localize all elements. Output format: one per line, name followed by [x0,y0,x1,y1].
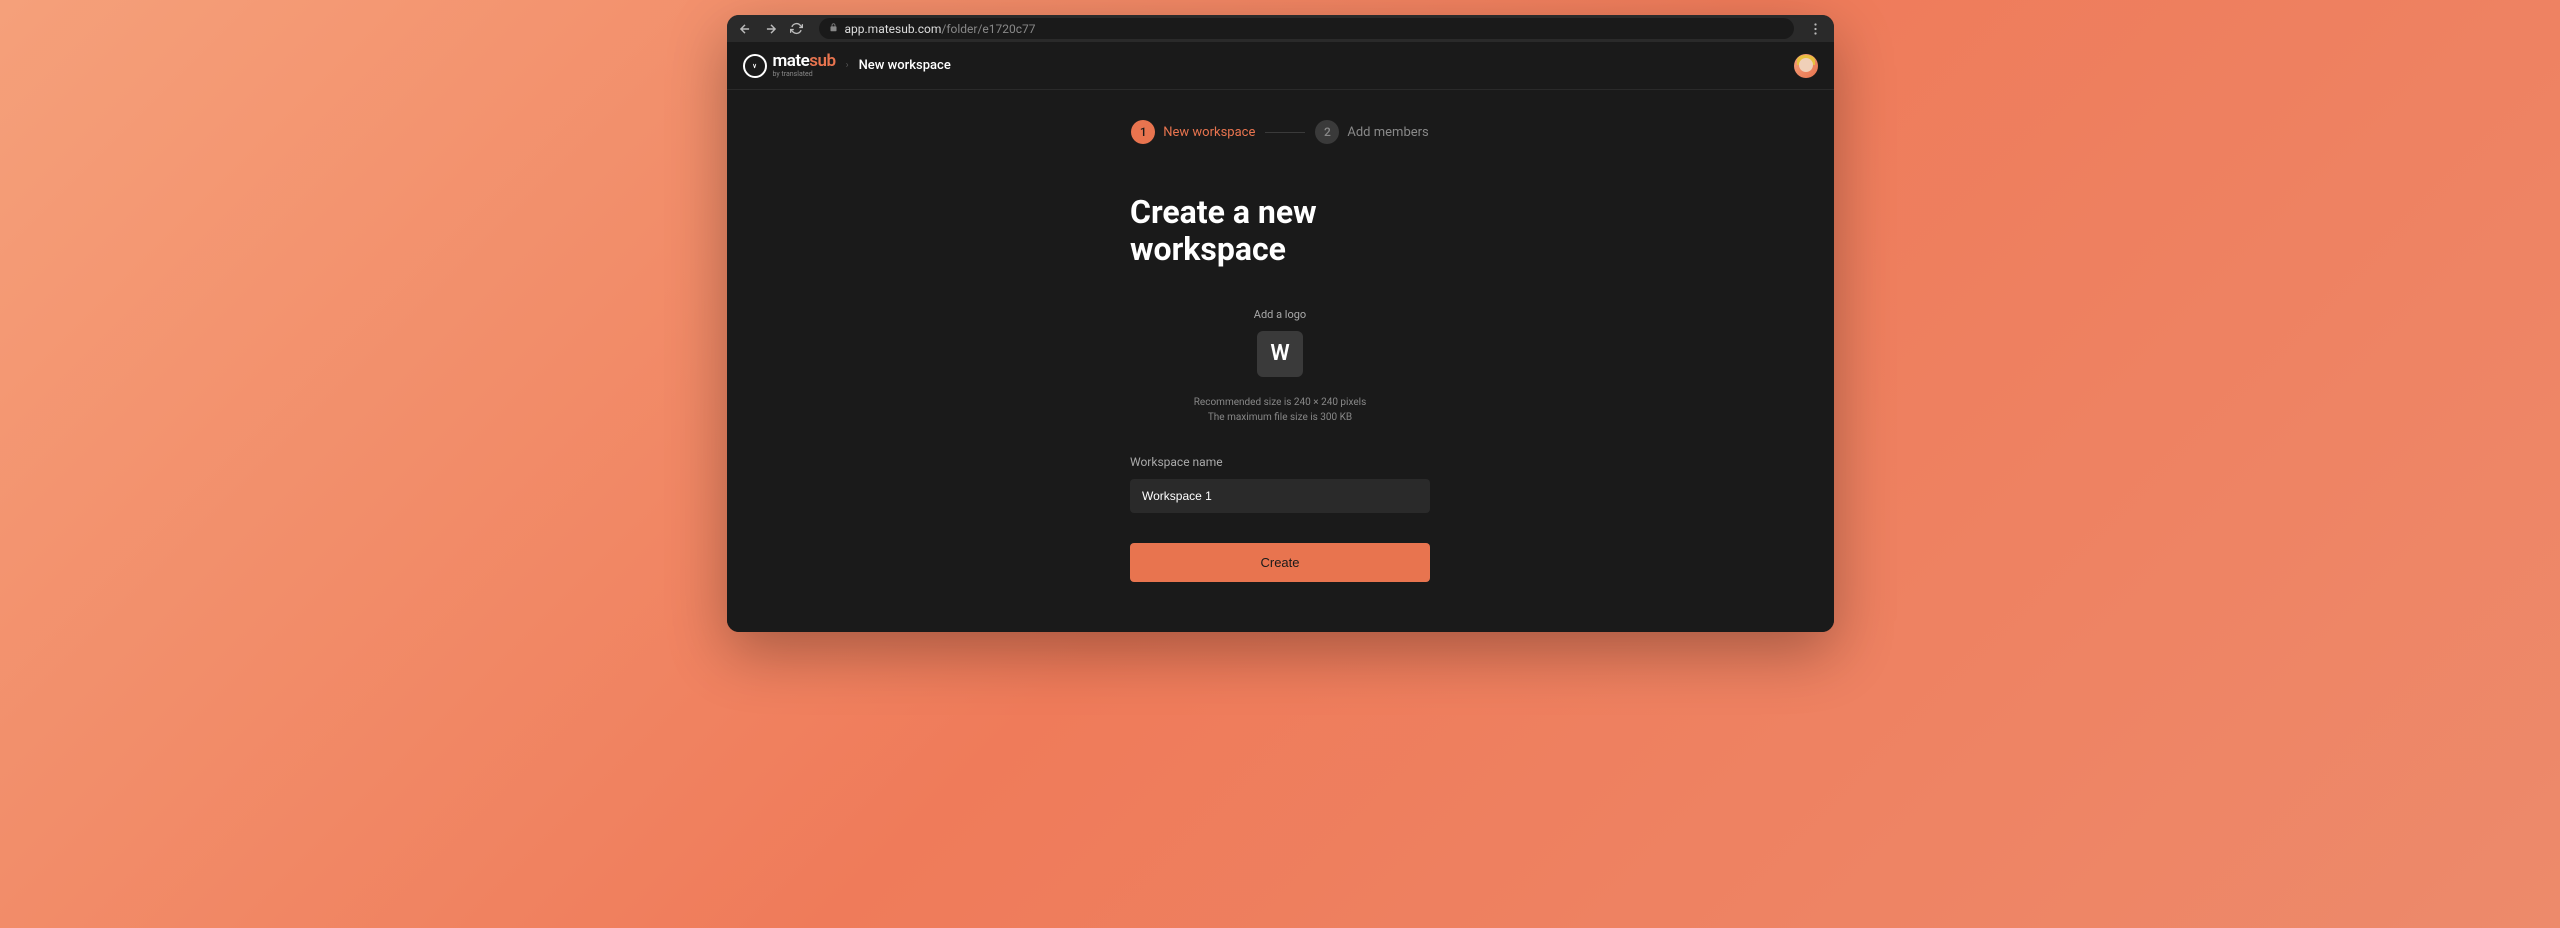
logo-main-text: mate [773,51,810,71]
logo-text: matesub by translated [773,53,836,78]
logo-upload-button[interactable]: W [1257,331,1303,377]
lock-icon [829,23,838,35]
avatar[interactable] [1794,54,1818,78]
url-domain: app.matesub.com [845,22,942,36]
back-button[interactable] [737,21,753,37]
workspace-name-label: Workspace name [1130,455,1430,469]
page-title: Create a new workspace [1130,194,1430,268]
upload-hint: Recommended size is 240 × 240 pixels The… [1130,395,1430,425]
upload-label: Add a logo [1130,308,1430,321]
logo-icon [743,54,767,78]
logo[interactable]: matesub by translated [743,53,836,78]
breadcrumb: New workspace [859,58,951,73]
logo-upload-section: Add a logo W Recommended size is 240 × 2… [1130,308,1430,425]
content-area: 1 New workspace 2 Add members Create a n… [727,90,1834,632]
step-add-members[interactable]: 2 Add members [1315,120,1428,144]
url-bar[interactable]: app.matesub.com/folder/e1720c77 [819,18,1794,39]
browser-window: app.matesub.com/folder/e1720c77 matesub … [727,15,1834,632]
forward-button[interactable] [763,21,779,37]
content-inner: 1 New workspace 2 Add members Create a n… [1130,120,1430,582]
stepper: 1 New workspace 2 Add members [1130,120,1430,144]
logo-sub-text: sub [809,51,835,71]
workspace-name-input[interactable] [1130,479,1430,513]
nav-controls [737,21,805,37]
app-header: matesub by translated › New workspace [727,42,1834,90]
step-number: 2 [1315,120,1339,144]
browser-toolbar: app.matesub.com/folder/e1720c77 [727,15,1834,42]
step-label: Add members [1347,125,1428,140]
step-label: New workspace [1163,125,1255,140]
logo-byline: by translated [773,71,836,78]
step-connector [1265,132,1305,133]
header-left: matesub by translated › New workspace [743,53,951,78]
step-new-workspace[interactable]: 1 New workspace [1131,120,1255,144]
step-number: 1 [1131,120,1155,144]
url-path: /folder/e1720c77 [941,22,1035,36]
hint-line: The maximum file size is 300 KB [1130,410,1430,425]
url-text: app.matesub.com/folder/e1720c77 [845,22,1036,36]
reload-button[interactable] [789,21,805,37]
breadcrumb-separator: › [846,60,849,71]
hint-line: Recommended size is 240 × 240 pixels [1130,395,1430,410]
browser-menu-button[interactable] [1808,22,1824,36]
create-button[interactable]: Create [1130,543,1430,582]
